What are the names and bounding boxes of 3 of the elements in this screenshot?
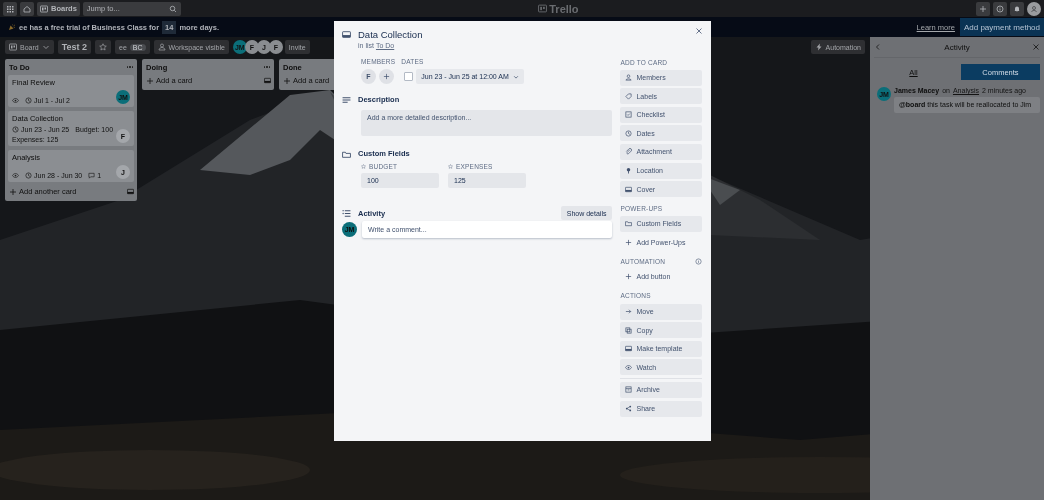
logo-text: Trello — [549, 2, 579, 15]
panel-title: Activity — [944, 42, 970, 52]
dialog-title: Data Collection — [358, 29, 423, 40]
